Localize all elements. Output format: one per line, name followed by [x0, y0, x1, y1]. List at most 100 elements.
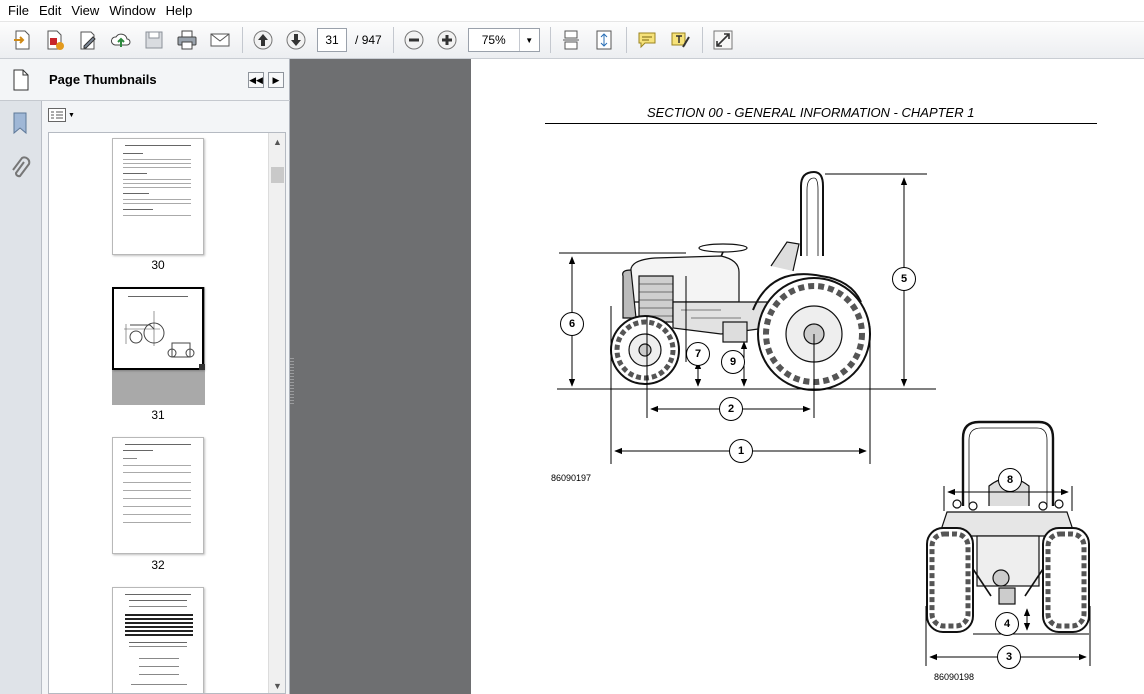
thumbnail-text-line: [123, 159, 191, 160]
panel-header: Page Thumbnails ◀◀ ▶: [42, 59, 290, 101]
scroll-up-arrow-icon[interactable]: ▲: [269, 135, 285, 149]
tractor-dimension-figures: [557, 170, 1091, 666]
thumbnail-page-33[interactable]: [112, 587, 204, 693]
thumbnail-text-line: [123, 498, 191, 499]
create-pdf-button[interactable]: [8, 26, 36, 54]
previous-page-button[interactable]: [249, 26, 277, 54]
cloud-upload-icon: [111, 33, 131, 47]
printer-icon: [177, 30, 197, 50]
zoom-in-icon: [437, 30, 457, 50]
thumbnail-text-line: [123, 482, 191, 483]
document-gutter: [290, 59, 471, 694]
thumbnail-list: 30 31 32 ▲ ▼: [48, 132, 286, 694]
zoom-out-icon: [404, 30, 424, 50]
callout-4: 4: [995, 612, 1019, 636]
menu-file[interactable]: File: [3, 0, 34, 22]
thumbnail-text-line: [123, 163, 191, 164]
figure-caption-side-view: 86090197: [551, 473, 592, 483]
thumbnail-text-line: [125, 594, 191, 595]
full-screen-button[interactable]: [709, 26, 737, 54]
zoom-out-button[interactable]: [400, 26, 428, 54]
document-page: SECTION 00 - GENERAL INFORMATION - CHAPT…: [471, 66, 1144, 694]
callout-1: 1: [729, 439, 753, 463]
expand-panel-button[interactable]: ▶: [268, 72, 284, 88]
thumbnail-text-line: [123, 153, 143, 154]
zoom-select[interactable]: 75% ▼: [467, 28, 540, 52]
print-button[interactable]: [173, 26, 201, 54]
scrollbar-thumb[interactable]: [271, 167, 284, 183]
callout-3: 3: [997, 645, 1021, 669]
toolbar: 31 / 947 75% ▼: [0, 22, 1144, 59]
attachments-tab[interactable]: [8, 154, 32, 182]
thumbnail-label: 31: [151, 408, 165, 422]
zoom-in-button[interactable]: [433, 26, 461, 54]
thumbnail-text-line: [123, 458, 137, 459]
thumbnail-table: [125, 614, 193, 636]
next-page-button[interactable]: [282, 26, 310, 54]
fit-width-button[interactable]: [557, 26, 585, 54]
thumbnail-page-30[interactable]: [112, 138, 204, 255]
panel-resize-grip[interactable]: [290, 358, 294, 404]
total-pages: 947: [361, 33, 382, 47]
thumbnail-text-line: [139, 666, 179, 667]
callout-9: 9: [721, 350, 745, 374]
pdf-convert-icon: [47, 30, 64, 50]
menu-bar: File Edit View Window Help: [0, 0, 1144, 22]
upload-button[interactable]: [107, 26, 135, 54]
scroll-mode-icon: [562, 30, 579, 50]
zoom-value: 75%: [481, 33, 506, 47]
thumbnail-text-line: [123, 179, 191, 180]
callout-7: 7: [686, 342, 710, 366]
fit-page-icon: [596, 30, 612, 50]
highlight-button[interactable]: [666, 26, 694, 54]
scroll-down-arrow-icon[interactable]: ▼: [269, 679, 285, 693]
page-number-input[interactable]: 31: [317, 28, 347, 52]
page-thumbnails-tab[interactable]: [0, 59, 42, 101]
callout-6: 6: [560, 312, 584, 336]
thumbnail-label: 30: [151, 258, 165, 272]
toolbar-separator: [242, 27, 243, 53]
thumbnail-text-line: [129, 642, 187, 643]
thumbnail-resize-handle[interactable]: [199, 364, 205, 370]
thumbnail-text-line: [131, 684, 187, 685]
bookmarks-tab[interactable]: [8, 109, 32, 137]
options-list-icon: [48, 108, 66, 122]
thumbnail-text-line: [139, 658, 179, 659]
rear-view-tractor: [926, 420, 1090, 633]
double-chevron-left-icon: ◀◀: [249, 74, 263, 85]
edit-pdf-button[interactable]: [74, 26, 102, 54]
email-button[interactable]: [206, 26, 234, 54]
thumbnail-text-line: [123, 450, 153, 451]
thumbnail-options-row: ▼: [42, 101, 290, 129]
thumbnail-text-line: [128, 296, 188, 297]
arrow-up-icon: [253, 30, 273, 50]
thumbnail-text-line: [123, 199, 191, 200]
highlight-pen-icon: [671, 32, 690, 48]
callout-2: 2: [719, 397, 743, 421]
menu-view[interactable]: View: [66, 0, 104, 22]
thumbnail-text-line: [123, 506, 191, 507]
toolbar-separator: [392, 27, 394, 53]
thumbnail-page-32[interactable]: [112, 437, 204, 554]
expand-icon: [713, 30, 733, 50]
thumbnail-scrollbar[interactable]: ▲ ▼: [268, 133, 285, 693]
page-separator: /: [355, 33, 359, 47]
fit-page-button[interactable]: [590, 26, 618, 54]
chevron-down-icon[interactable]: ▼: [518, 29, 539, 51]
save-button[interactable]: [140, 26, 168, 54]
menu-window[interactable]: Window: [104, 0, 160, 22]
thumbnail-text-line: [129, 646, 187, 647]
menu-edit[interactable]: Edit: [34, 0, 66, 22]
thumbnail-text-line: [123, 187, 191, 188]
comment-button[interactable]: [633, 26, 661, 54]
menu-help[interactable]: Help: [161, 0, 198, 22]
figure-caption-rear-view: 86090198: [934, 672, 975, 682]
callout-5: 5: [892, 267, 916, 291]
collapse-panel-button[interactable]: ◀◀: [248, 72, 264, 88]
paperclip-icon: [12, 156, 31, 178]
convert-pdf-button[interactable]: [41, 26, 69, 54]
thumbnail-page-31[interactable]: [112, 287, 204, 370]
options-menu-button[interactable]: ▼: [48, 108, 75, 122]
toolbar-separator: [625, 27, 627, 53]
save-icon: [145, 31, 163, 49]
